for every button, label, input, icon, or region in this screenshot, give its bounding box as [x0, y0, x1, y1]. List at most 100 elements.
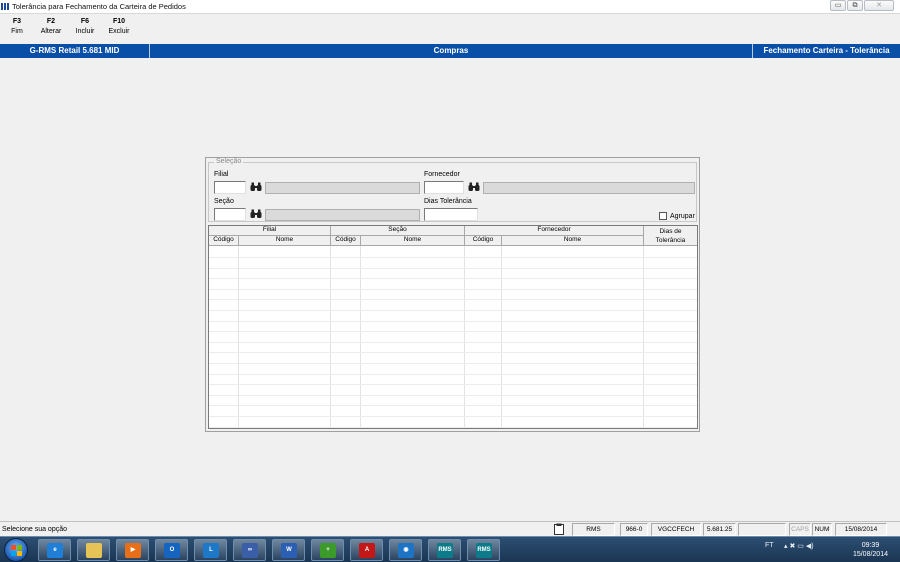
taskbar-app-button[interactable]: ◉ — [389, 539, 422, 561]
clipboard-icon — [554, 523, 564, 535]
column-header-dias-tolerancia[interactable]: Dias de Tolerância — [644, 226, 697, 246]
link-icon: ∞ — [242, 543, 258, 558]
agrupar-label: Agrupar — [670, 213, 695, 220]
status-company: 966-0 — [620, 523, 648, 536]
table-row-divider — [209, 363, 697, 364]
table-row-divider — [209, 257, 697, 258]
table-row-divider — [209, 352, 697, 354]
fkey-key: F3 — [12, 18, 22, 25]
group-header-secao: Seção — [331, 226, 465, 236]
dias-tolerancia-label: Dias Tolerância — [424, 198, 472, 205]
status-empty — [738, 523, 786, 536]
taskbar-app-button[interactable]: ▶ — [116, 539, 149, 561]
taskbar-app-button[interactable]: A — [350, 539, 383, 561]
selection-legend: Seleção — [214, 158, 244, 165]
minimize-button[interactable]: ▭ — [830, 0, 846, 11]
globe-icon: ◉ — [398, 543, 414, 558]
fkey-label: Incluir — [75, 28, 95, 35]
taskbar-app-button[interactable]: L — [194, 539, 227, 561]
column-header-secao-codigo[interactable]: Código — [331, 236, 361, 246]
taskbar-app-button[interactable]: ∞ — [233, 539, 266, 561]
column-header-filial-codigo[interactable]: Código — [209, 236, 239, 246]
banner-screen: Fechamento Carteira - Tolerância — [763, 46, 890, 55]
table-row-divider — [209, 405, 697, 407]
clock-time: 09:39 — [861, 542, 880, 549]
restore-button[interactable]: ⧉ — [847, 0, 863, 11]
table-row-divider — [209, 278, 697, 280]
taskbar-app-button[interactable]: + — [311, 539, 344, 561]
input-language[interactable]: FT — [765, 542, 774, 549]
incluir-button[interactable]: F6 Incluir — [68, 18, 102, 42]
status-num: NUM — [812, 523, 832, 536]
banner-version: G-RMS Retail 5.681 MID — [0, 44, 150, 58]
fkey-label: Fim — [11, 28, 23, 35]
fornecedor-label: Fornecedor — [424, 171, 460, 178]
database-add-icon: + — [320, 543, 336, 558]
filial-code-input[interactable] — [214, 181, 246, 194]
fornecedor-binoculars-icon[interactable] — [468, 182, 480, 192]
dias-tolerancia-input[interactable] — [424, 208, 478, 221]
column-header-fornecedor-codigo[interactable]: Código — [465, 236, 502, 246]
taskbar-app-button[interactable] — [77, 539, 110, 561]
alterar-button[interactable]: F2 Alterar — [34, 18, 68, 42]
excluir-button[interactable]: F10 Excluir — [102, 18, 136, 42]
table-row-divider — [209, 416, 697, 417]
fkey-key: F2 — [46, 18, 56, 25]
fkey-key: F6 — [80, 18, 90, 25]
banner-module: Compras — [150, 44, 753, 58]
secao-label: Seção — [214, 198, 234, 205]
start-button[interactable] — [4, 538, 28, 562]
app-icon — [1, 3, 11, 10]
fim-button[interactable]: F3 Fim — [0, 18, 34, 42]
table-row-divider — [209, 310, 697, 311]
close-button[interactable]: ✕ — [864, 0, 894, 11]
rms-icon: RMS — [437, 543, 453, 558]
agrupar-checkbox[interactable] — [659, 212, 667, 220]
media-player-icon: ▶ — [125, 543, 141, 558]
taskbar-app-button[interactable]: RMS — [428, 539, 461, 561]
taskbar-app-button[interactable]: e — [38, 539, 71, 561]
column-header-secao-nome[interactable]: Nome — [361, 236, 465, 246]
table-row-divider — [209, 288, 697, 290]
folder-icon — [86, 543, 102, 558]
status-version: 5.681.25 — [703, 523, 736, 536]
group-header-fornecedor: Fornecedor — [465, 226, 644, 236]
main-panel: Seleção Filial Seção Fornecedor Dias Tol… — [205, 157, 700, 432]
rms-icon: RMS — [476, 543, 492, 558]
lync-icon: L — [203, 543, 219, 558]
column-header-filial-nome[interactable]: Nome — [239, 236, 331, 246]
status-caps: CAPS — [789, 523, 811, 536]
tolerance-table[interactable]: Filial Seção Fornecedor Dias de Tolerânc… — [208, 225, 698, 429]
status-date: 15/08/2014 — [835, 523, 887, 536]
selection-groupbox: Seleção Filial Seção Fornecedor Dias Tol… — [208, 158, 697, 222]
window-title: Tolerância para Fechamento da Carteira d… — [12, 2, 186, 11]
table-row-divider — [209, 384, 697, 386]
fkey-key: F10 — [112, 18, 126, 25]
taskbar-app-button[interactable]: W — [272, 539, 305, 561]
table-row-divider — [209, 373, 697, 375]
windows-taskbar: e ▶ O L ∞ W + A ◉ RMS RMS FT ▴ ✖ ▭ ◀) 09:39 15/08/… — [0, 536, 900, 562]
taskbar-app-button[interactable]: RMS — [467, 539, 500, 561]
internet-explorer-icon: e — [47, 543, 63, 558]
module-banner: G-RMS Retail 5.681 MID Compras Fechament… — [0, 44, 900, 58]
column-header-fornecedor-nome[interactable]: Nome — [502, 236, 644, 246]
fornecedor-name-display — [483, 182, 695, 194]
table-row-divider — [209, 426, 697, 428]
status-message: Selecione sua opção — [2, 526, 67, 533]
title-bar: Tolerância para Fechamento da Carteira d… — [0, 0, 900, 14]
status-program: VGCCFECH — [651, 523, 701, 536]
fkey-label: Alterar — [40, 28, 62, 35]
secao-binoculars-icon[interactable] — [250, 209, 262, 219]
tray-icons[interactable]: ▴ ✖ ▭ ◀) — [784, 542, 814, 550]
table-row-divider — [209, 331, 697, 333]
secao-code-input[interactable] — [214, 208, 246, 221]
clock[interactable]: 09:39 15/08/2014 — [853, 541, 888, 559]
status-bar: Selecione sua opção RMS 966-0 VGCCFECH 5… — [0, 521, 900, 536]
filial-label: Filial — [214, 171, 229, 178]
table-row-divider — [209, 394, 697, 396]
taskbar-app-button[interactable]: O — [155, 539, 188, 561]
fornecedor-code-input[interactable] — [424, 181, 464, 194]
table-row-divider — [209, 320, 697, 322]
filial-binoculars-icon[interactable] — [250, 182, 262, 192]
fkey-label: Excluir — [108, 28, 130, 35]
